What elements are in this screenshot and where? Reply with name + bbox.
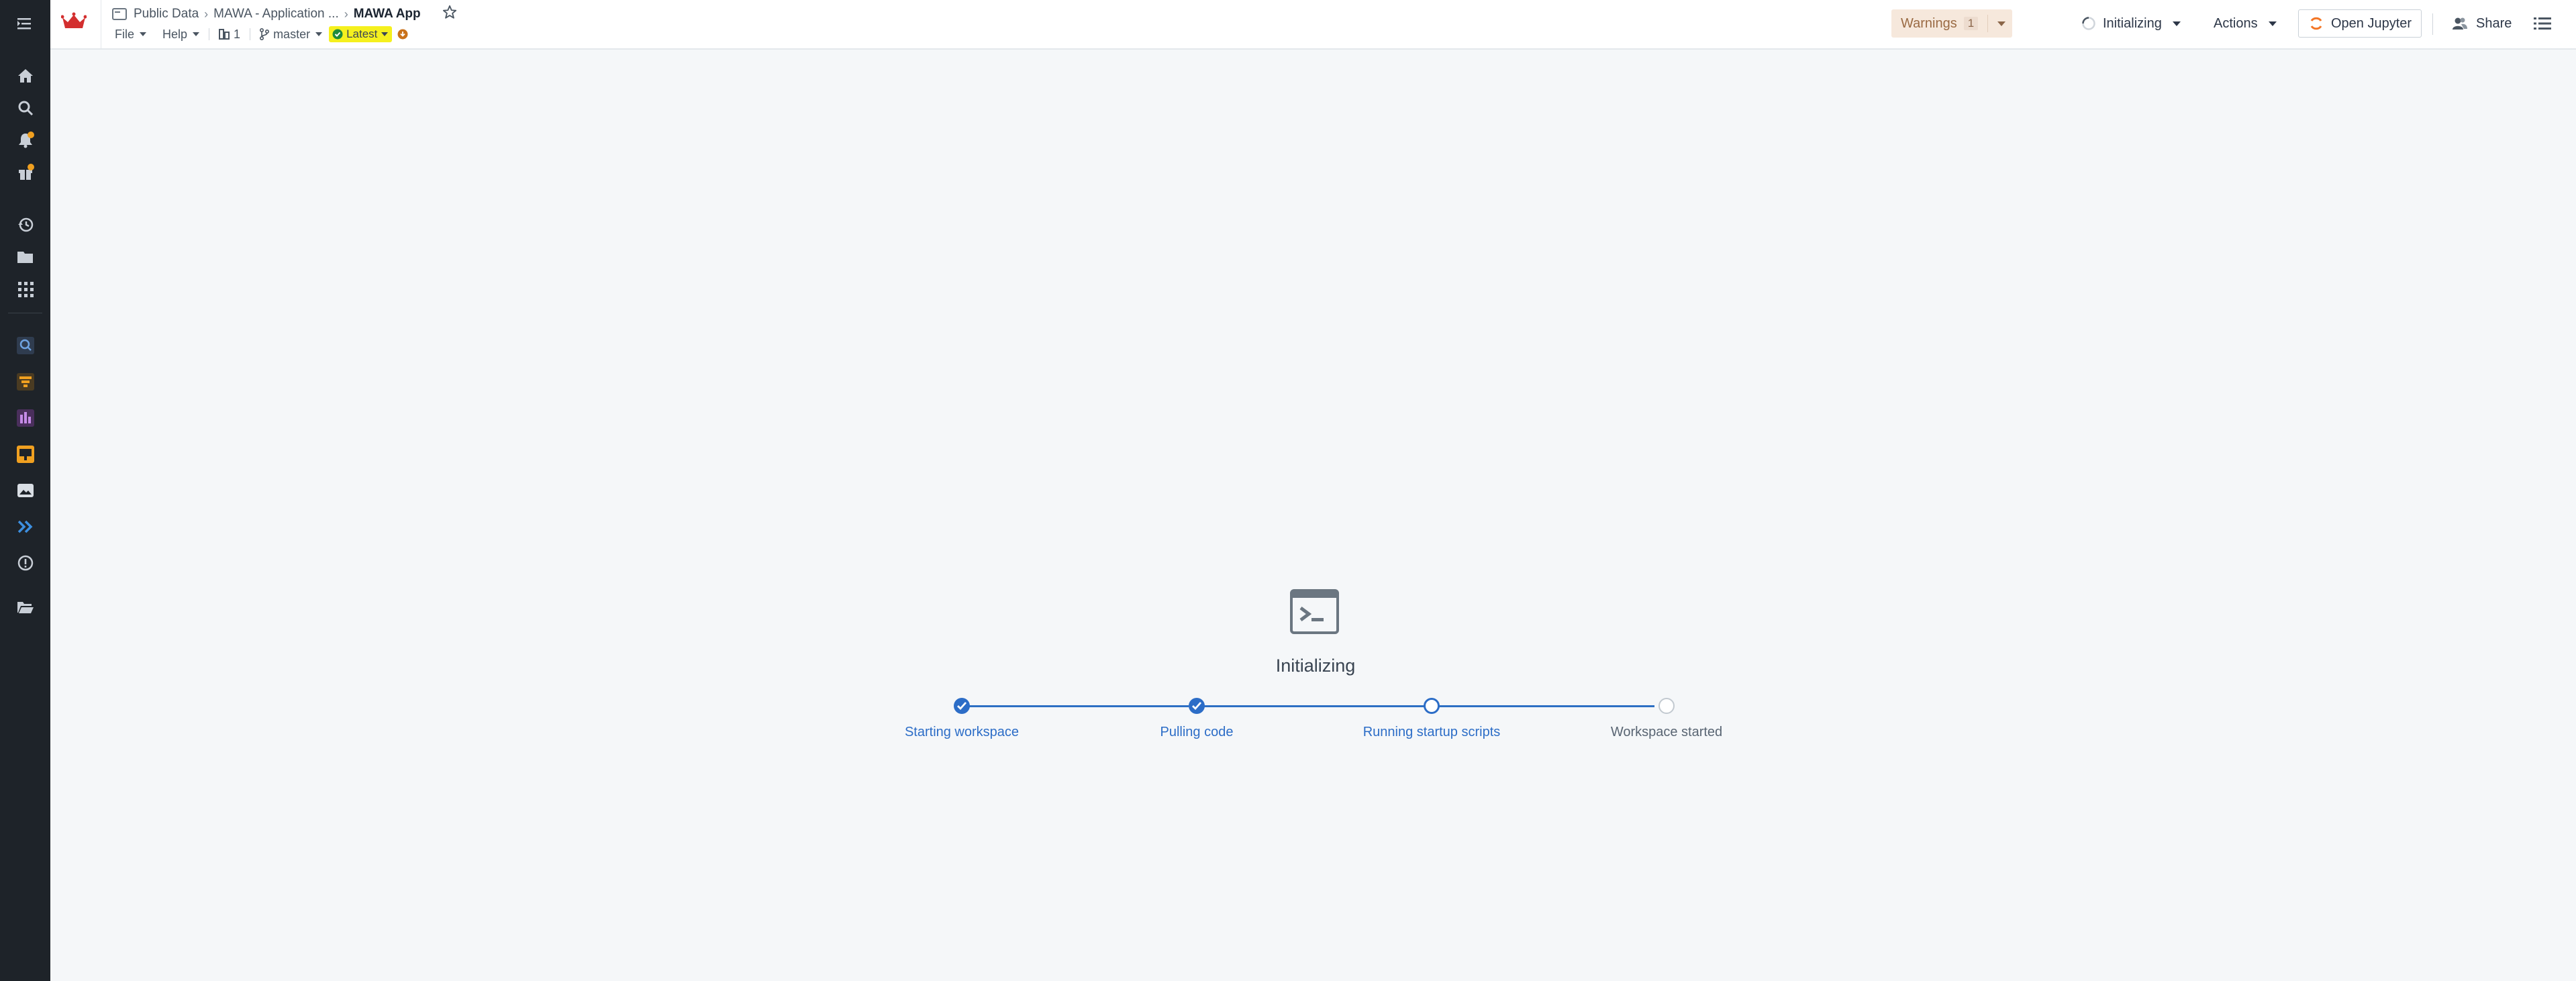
warnings-divider <box>1987 15 1989 32</box>
file-menu[interactable]: File <box>115 27 147 42</box>
pull-request-count: 1 <box>234 27 241 41</box>
open-jupyter-button[interactable]: Open Jupyter <box>2298 9 2422 38</box>
apps-grid-icon[interactable] <box>0 273 50 305</box>
jupyter-icon <box>2310 17 2322 30</box>
file-menu-label: File <box>115 27 135 41</box>
workspace-status-dropdown[interactable]: Initializing <box>2081 9 2181 38</box>
workspace-status-label: Initializing <box>2103 15 2162 31</box>
open-folder-icon[interactable] <box>0 591 50 623</box>
version-label: Latest <box>346 28 378 40</box>
branch-icon <box>260 28 270 40</box>
pipeline-icon[interactable] <box>0 366 50 398</box>
progress-line-complete <box>1433 705 1654 707</box>
info-icon[interactable] <box>0 547 50 579</box>
caret-down-icon[interactable] <box>1997 21 2006 26</box>
vscode-icon[interactable] <box>0 511 50 543</box>
caret-down-icon <box>140 32 147 36</box>
menu-row: File Help 1 master Latest <box>115 25 408 43</box>
notification-badge <box>28 132 34 138</box>
history-icon[interactable] <box>0 209 50 241</box>
pull-request-icon <box>219 29 230 40</box>
pull-requests-button[interactable]: 1 <box>219 28 240 42</box>
spinner-icon <box>2082 17 2095 30</box>
crown-logo-icon[interactable] <box>60 12 87 36</box>
chevron-right-icon: › <box>204 7 209 21</box>
check-circle-icon <box>332 29 343 40</box>
help-menu[interactable]: Help <box>162 27 200 42</box>
step-complete-icon <box>1189 698 1205 714</box>
share-label: Share <box>2476 15 2512 31</box>
step-label-starting-workspace: Starting workspace <box>904 725 1020 739</box>
home-icon[interactable] <box>0 60 50 92</box>
image-icon[interactable] <box>0 474 50 507</box>
app-sidebar <box>0 0 50 981</box>
caret-down-icon <box>315 32 323 36</box>
caret-down-icon <box>2172 21 2181 26</box>
help-menu-label: Help <box>162 27 188 41</box>
share-button[interactable]: Share <box>2452 9 2512 38</box>
step-label-running-startup-scripts: Running startup scripts <box>1363 725 1501 739</box>
search-icon[interactable] <box>0 92 50 124</box>
top-bar: Public Data › MAWA - Application ... › M… <box>50 0 2576 50</box>
step-label-pulling-code: Pulling code <box>1160 725 1234 739</box>
breadcrumb-current: MAWA App <box>353 7 421 21</box>
branch-selector[interactable]: master <box>260 27 323 42</box>
breadcrumb-item-project[interactable]: MAWA - Application ... <box>213 7 339 21</box>
caret-down-icon <box>193 32 200 36</box>
gift-icon[interactable] <box>0 156 50 189</box>
topbar-divider <box>2432 13 2433 35</box>
project-icon <box>112 8 127 20</box>
progress-line-complete <box>962 705 1189 707</box>
warnings-button[interactable]: Warnings 1 <box>1891 9 2012 38</box>
chevron-right-icon: › <box>344 7 348 21</box>
caret-down-icon <box>381 32 389 36</box>
step-pending-icon <box>1658 698 1675 714</box>
warnings-label: Warnings <box>1901 15 1957 31</box>
details-panel-toggle[interactable] <box>2534 9 2551 38</box>
actions-menu[interactable]: Actions <box>2214 9 2277 38</box>
list-icon <box>2534 17 2551 30</box>
data-explorer-icon[interactable] <box>0 329 50 362</box>
step-label-workspace-started: Workspace started <box>1610 725 1723 739</box>
notifications-icon[interactable] <box>0 124 50 156</box>
star-icon[interactable] <box>442 5 457 23</box>
step-active-icon <box>1424 698 1440 714</box>
presentation-icon[interactable] <box>0 438 50 470</box>
deploy-status-icon[interactable] <box>397 29 408 40</box>
version-selector[interactable]: Latest <box>329 26 393 42</box>
step-complete-icon <box>954 698 970 714</box>
actions-label: Actions <box>2214 15 2258 31</box>
branch-name: master <box>273 27 311 41</box>
breadcrumb: Public Data › MAWA - Application ... › M… <box>112 5 457 23</box>
analytics-icon[interactable] <box>0 402 50 434</box>
collapse-sidebar-icon[interactable] <box>0 7 50 40</box>
workspace-status-title: Initializing <box>1275 656 1356 676</box>
caret-down-icon <box>2268 21 2277 26</box>
share-users-icon <box>2453 17 2467 30</box>
open-jupyter-label: Open Jupyter <box>2331 15 2412 31</box>
warnings-count: 1 <box>1963 17 1979 30</box>
terminal-icon <box>1290 589 1339 637</box>
breadcrumb-item-public-data[interactable]: Public Data <box>134 7 199 21</box>
gift-badge <box>28 164 34 170</box>
folder-icon[interactable] <box>0 241 50 273</box>
progress-line-complete <box>1197 705 1425 707</box>
